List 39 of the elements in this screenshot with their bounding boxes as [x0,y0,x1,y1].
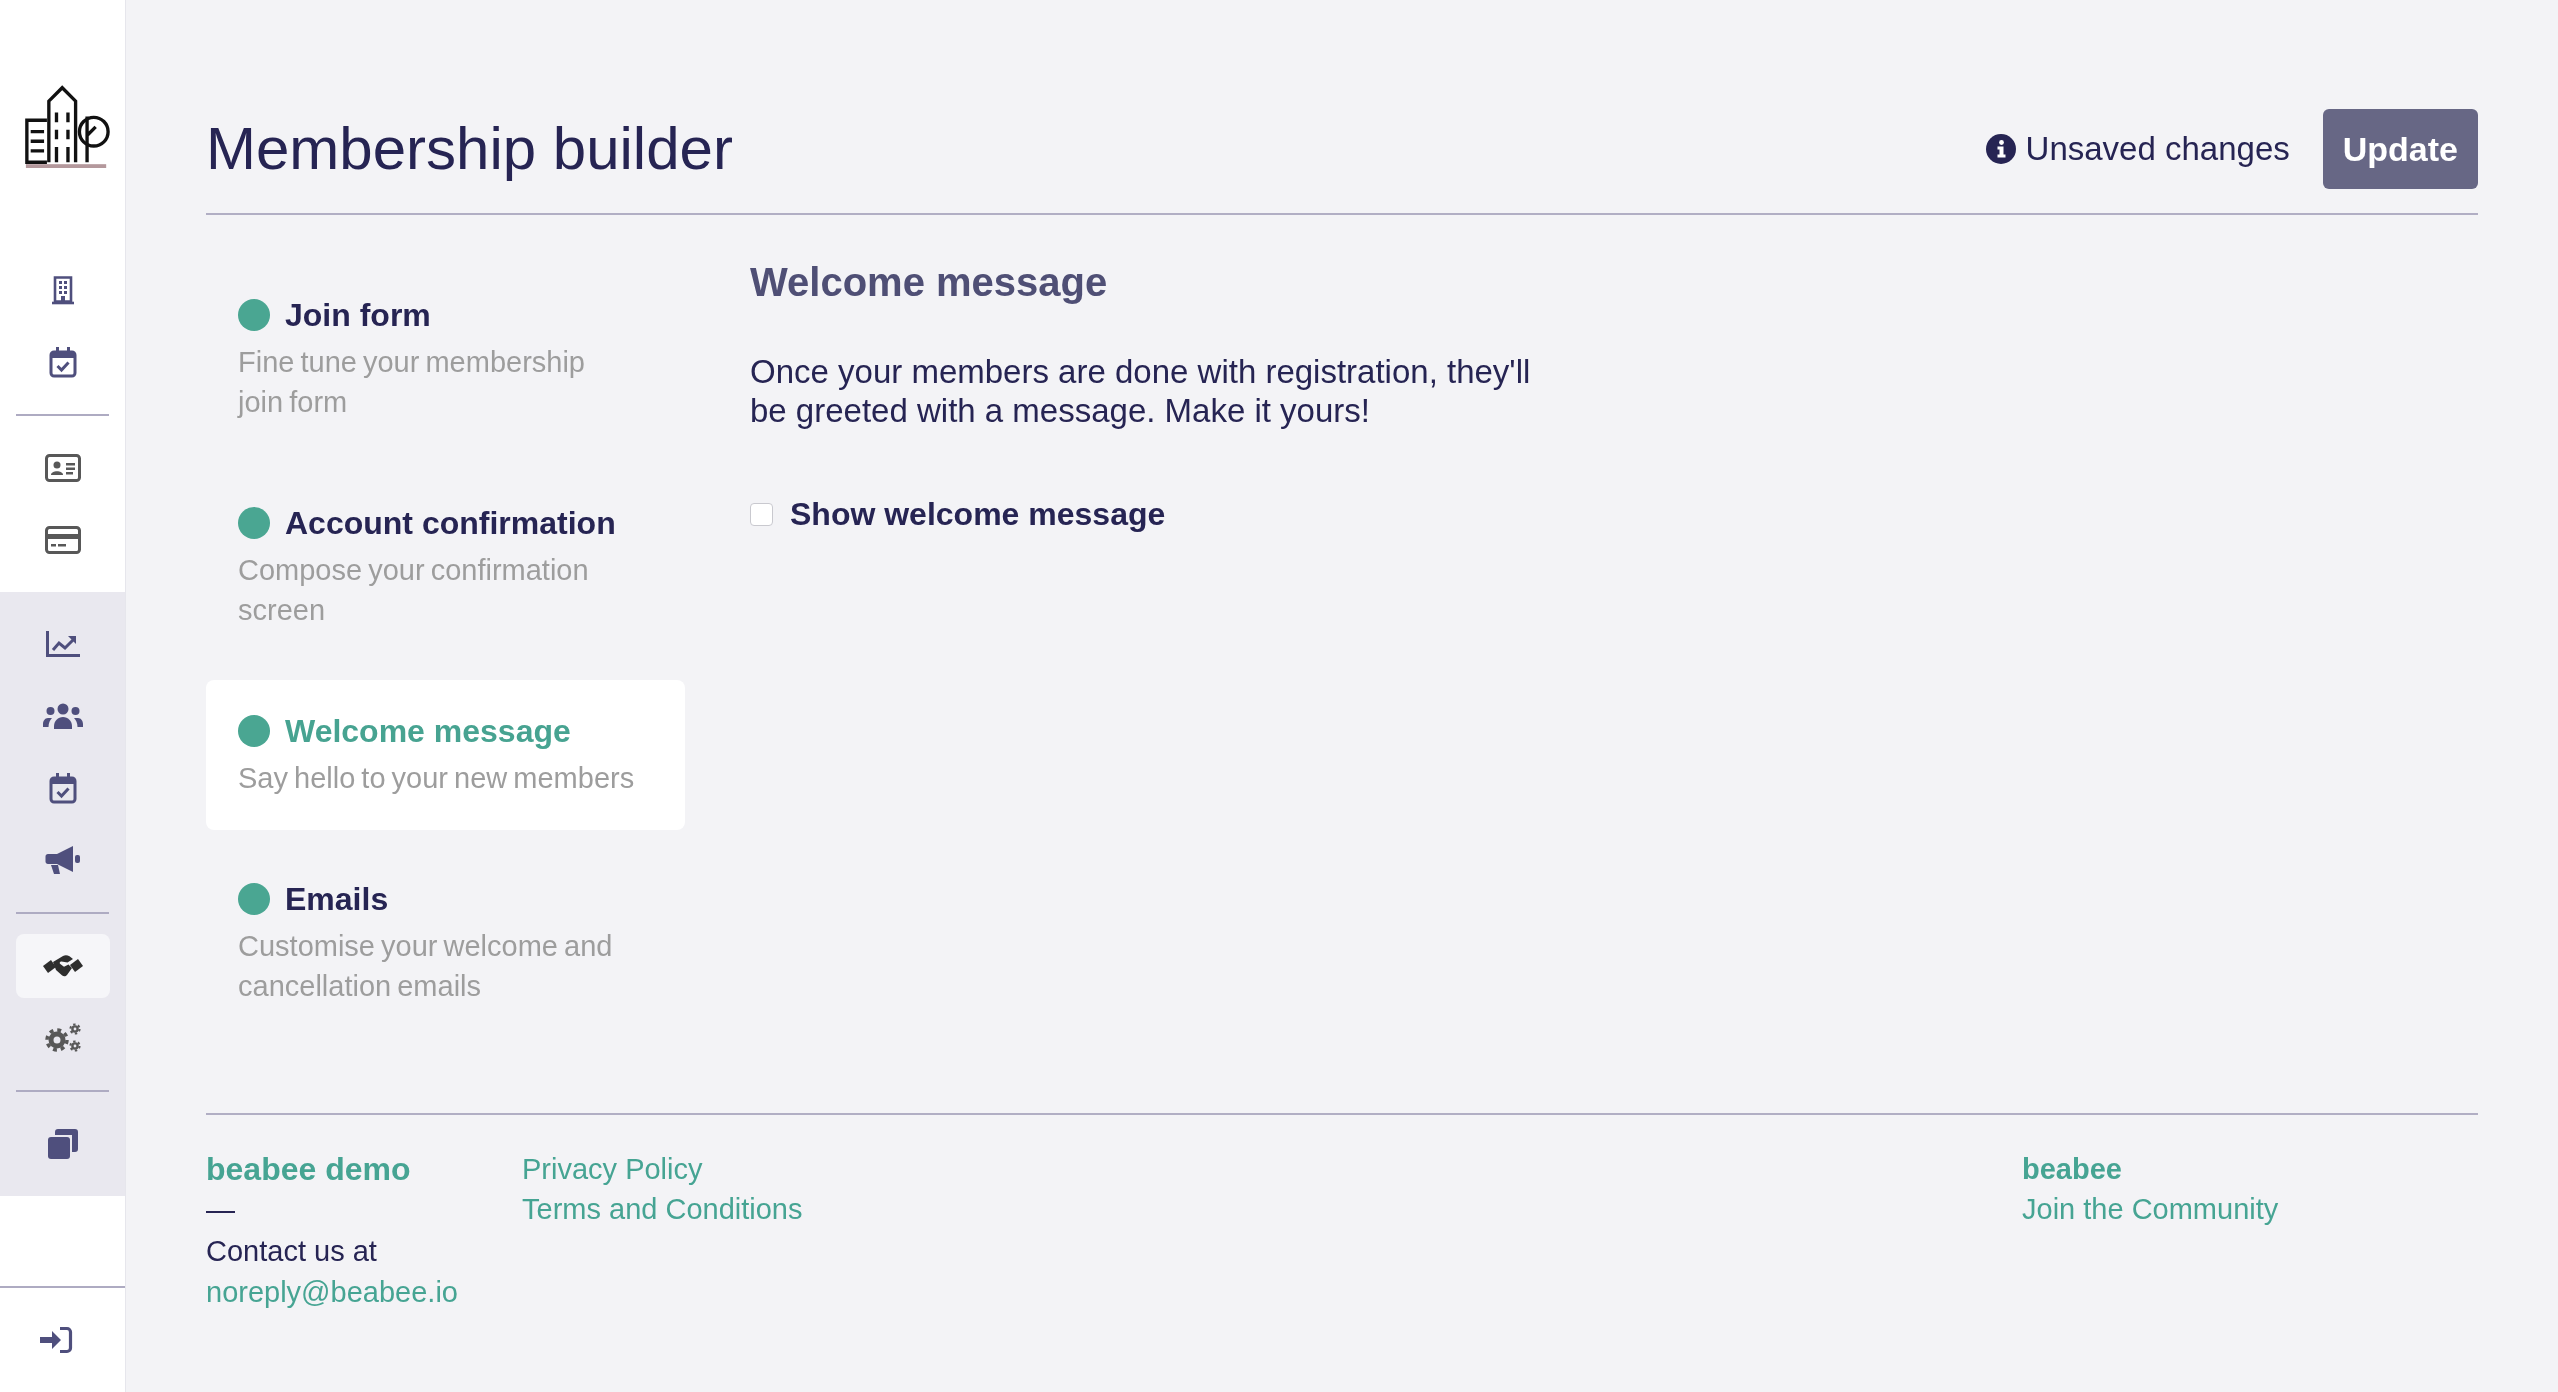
step-title: Emails [285,880,389,918]
contact-label: Contact us at [206,1234,377,1269]
separator-dash: — [206,1193,235,1228]
step-title: Welcome message [285,712,571,750]
nav-button[interactable] [16,934,110,998]
page-title: Membership builder [206,114,733,184]
megaphone-icon [45,845,81,875]
users-icon [43,703,83,729]
step-item[interactable]: Welcome message Say hello to your new members [206,680,685,830]
step-description: Say hello to your new members [238,761,635,796]
step-description: Customise your welcome and cancellation emails [238,929,614,1004]
status-dot-icon [238,507,270,539]
step-item[interactable]: Join form Fine tune your membership join form [206,264,685,454]
sign-in-icon [39,1326,73,1354]
checkbox[interactable] [750,502,773,526]
step-item[interactable]: Emails Customise your welcome and cancellation emails [206,848,685,1038]
status-dot-icon [238,299,270,331]
org-name: beabee demo [206,1150,411,1189]
building-icon [51,275,75,305]
checkbox-label[interactable]: Show welcome message [790,494,1166,534]
status-dot-icon [238,715,270,747]
step-description: Fine tune your membership join form [238,345,586,420]
section-description: Once your members are done with registration, they'll be greeted with a message. Make it yours! [750,352,1532,430]
update-button[interactable]: Update [2322,109,2478,189]
line-chart-icon [45,630,81,658]
calendar-check-icon [49,346,77,378]
step-title: Account confirmation [285,504,616,542]
gears-icon [43,1022,83,1054]
credit-card-icon [45,526,81,554]
status-dot-icon [238,883,270,915]
step-description: Compose your confirmation screen [238,553,590,628]
unsaved-changes-text: Unsaved changes [2025,129,2290,169]
calendar-check-icon [49,772,77,804]
id-card-icon [45,454,81,482]
step-title: Join form [285,296,431,334]
brand-name: beabee [2022,1152,2122,1187]
step-item[interactable]: Account confirmation Compose your confirmation screen [206,472,685,662]
stacked-squares-icon [47,1128,79,1160]
info-icon [1985,134,2016,164]
